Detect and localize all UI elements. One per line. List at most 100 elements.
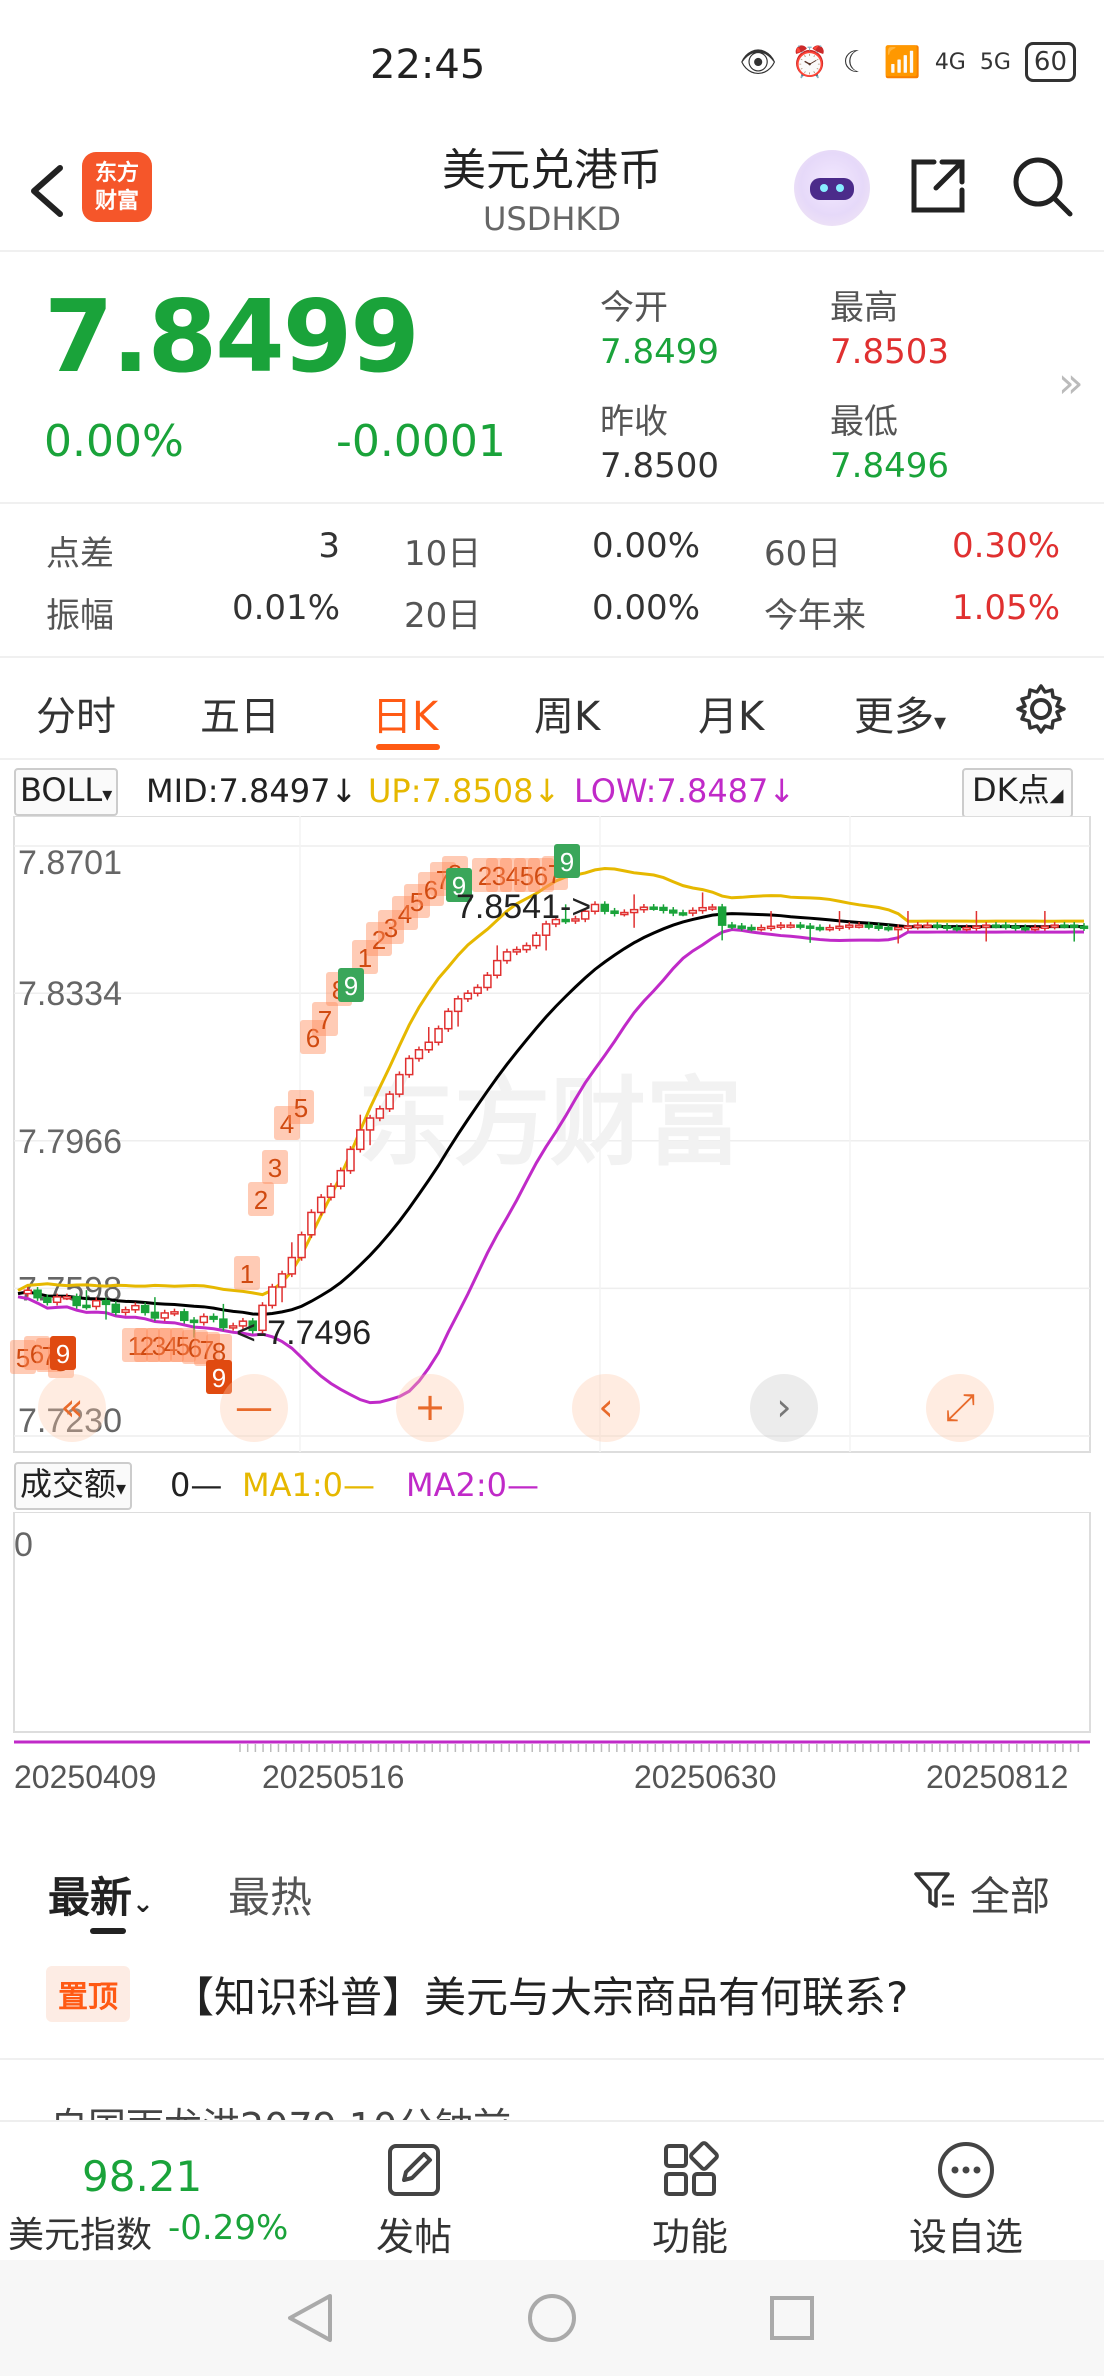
prev-close-value: 7.8500	[600, 446, 719, 486]
pinned-post[interactable]: 置顶 【知识科普】美元与大宗商品有何联系?	[0, 1950, 1104, 2060]
candle-body	[473, 986, 482, 994]
candle-body	[385, 1093, 394, 1110]
candle-body	[757, 926, 766, 931]
tab-intraday[interactable]: 分时	[36, 684, 116, 742]
add-watchlist-button[interactable]: 设自选	[886, 2130, 1046, 2261]
candle-body	[209, 1315, 218, 1320]
dk-points-button[interactable]: DK点◢	[962, 768, 1074, 818]
candle-body	[884, 926, 893, 931]
kline-chart[interactable]: 7.87017.83347.79667.75987.7230东方财富123456…	[0, 815, 1104, 1456]
td-count-label: 5	[294, 1093, 308, 1123]
search-icon[interactable]	[1010, 154, 1076, 220]
function-button[interactable]: 功能	[610, 2130, 770, 2261]
tab-latest[interactable]: 最新⌄	[48, 1864, 154, 1925]
candle-body	[942, 925, 952, 930]
candle-body	[1021, 926, 1030, 931]
alarm-icon: ⏰	[791, 44, 829, 80]
candle-body	[933, 924, 942, 928]
d60-value: 0.30%	[951, 526, 1060, 566]
d10-value: 0.00%	[591, 526, 700, 566]
td-nine-red-label: 9	[56, 1339, 70, 1369]
tab-more[interactable]: 更多▾	[854, 684, 946, 742]
share-icon[interactable]	[906, 154, 970, 218]
td-nine-green-label: 9	[560, 847, 574, 877]
bottom-nav: 98.21 美元指数 -0.29% 发帖 功能 设自选	[0, 2120, 1104, 2260]
candle-body	[277, 1273, 287, 1288]
candle-body	[180, 1311, 189, 1322]
candle-body	[453, 998, 463, 1013]
ytd-label: 今年来	[764, 596, 866, 636]
volume-selector[interactable]: 成交额▾	[14, 1462, 133, 1510]
candle-body	[981, 924, 991, 928]
tab-weekly-k[interactable]: 周K	[534, 684, 600, 742]
post-button[interactable]: 发帖	[334, 2130, 494, 2261]
system-home-icon[interactable]	[528, 2294, 576, 2342]
grid-icon	[664, 2141, 719, 2196]
candle-body	[326, 1185, 336, 1199]
tab-hottest[interactable]: 最热	[228, 1864, 312, 1925]
more-dots-icon	[938, 2142, 994, 2198]
assistant-robot-icon[interactable]	[794, 150, 870, 226]
candle-body	[825, 926, 834, 931]
volume-ma2: MA2:0—	[406, 1466, 539, 1504]
candle-body	[268, 1286, 277, 1307]
candle-body	[1060, 924, 1069, 928]
y-tick-label: 7.8701	[18, 844, 122, 882]
status-bar: 22:45 👁 ⏰ ☾ 📶 4G 5G 60	[0, 0, 1104, 130]
volume-chart-svg: 0 20250409 20250516 20250630 20250812	[13, 1511, 1091, 1795]
candle-body	[131, 1304, 140, 1311]
moon-icon: ☾	[842, 44, 870, 80]
candle-body	[668, 909, 678, 914]
filter-all[interactable]: 全部	[970, 1864, 1050, 1922]
indicator-selector[interactable]: BOLL▾	[14, 768, 119, 816]
chart-control-icon-0: «	[60, 1385, 83, 1429]
candle-body	[492, 959, 502, 976]
chevron-down-icon: ⌄	[132, 1889, 154, 1919]
tab-five-day[interactable]: 五日	[200, 684, 280, 742]
high-label: 最高	[830, 288, 898, 328]
candle-body	[150, 1311, 160, 1319]
tab-daily-k[interactable]: 日K	[372, 684, 438, 742]
candle-body	[991, 924, 1001, 928]
eye-icon: 👁	[739, 44, 778, 80]
system-recents-icon[interactable]	[770, 2296, 814, 2340]
chart-control-icon-2: +	[414, 1385, 446, 1429]
candle-body	[727, 924, 737, 928]
candle-body	[1050, 924, 1059, 928]
candle-body	[483, 974, 492, 989]
volume-indicator-bar: 成交额▾ 0— MA1:0— MA2:0—	[0, 1456, 1104, 1510]
pinned-title[interactable]: 【知识科普】美元与大宗商品有何联系?	[172, 1964, 908, 2025]
candle-body	[766, 925, 776, 930]
candle-body	[23, 1289, 33, 1295]
system-back-icon[interactable]	[288, 2294, 332, 2342]
chart-control-icon-3: ‹	[598, 1385, 613, 1429]
candle-body	[913, 924, 922, 928]
dropdown-arrow-icon: ▾	[102, 782, 113, 806]
td-count-label: 7	[318, 1005, 332, 1035]
tab-monthly-k[interactable]: 月K	[698, 684, 764, 742]
volume-chart[interactable]: 0 20250409 20250516 20250630 20250812	[0, 1511, 1104, 1802]
x-tick-label: 20250409	[14, 1759, 156, 1795]
candle-body	[33, 1289, 42, 1299]
filter-icon[interactable]	[912, 1868, 956, 1912]
candle-body	[1040, 925, 1050, 929]
candle-body	[893, 926, 903, 931]
candle-body	[717, 906, 727, 926]
expand-chevron-icon[interactable]: »	[1058, 358, 1084, 407]
volume-ma1: MA1:0—	[242, 1466, 375, 1504]
gear-icon[interactable]	[1014, 682, 1068, 736]
candle-body	[121, 1309, 130, 1314]
x-tick-label: 20250812	[926, 1759, 1068, 1795]
amplitude-label: 振幅	[46, 596, 114, 636]
boll-up: UP:7.8508↓	[368, 772, 561, 810]
candle-body	[170, 1311, 179, 1315]
candle-body	[356, 1129, 365, 1151]
edit-icon	[388, 2144, 440, 2196]
candle-body	[307, 1211, 316, 1236]
candle-body	[845, 924, 854, 928]
dollar-index-name[interactable]: 美元指数	[8, 2206, 152, 2258]
candle-body	[620, 911, 629, 916]
system-nav-bar	[0, 2260, 1104, 2376]
dollar-index-value[interactable]: 98.21	[82, 2152, 202, 2201]
news-tabs: 最新⌄ 最热 全部	[0, 1830, 1104, 1934]
